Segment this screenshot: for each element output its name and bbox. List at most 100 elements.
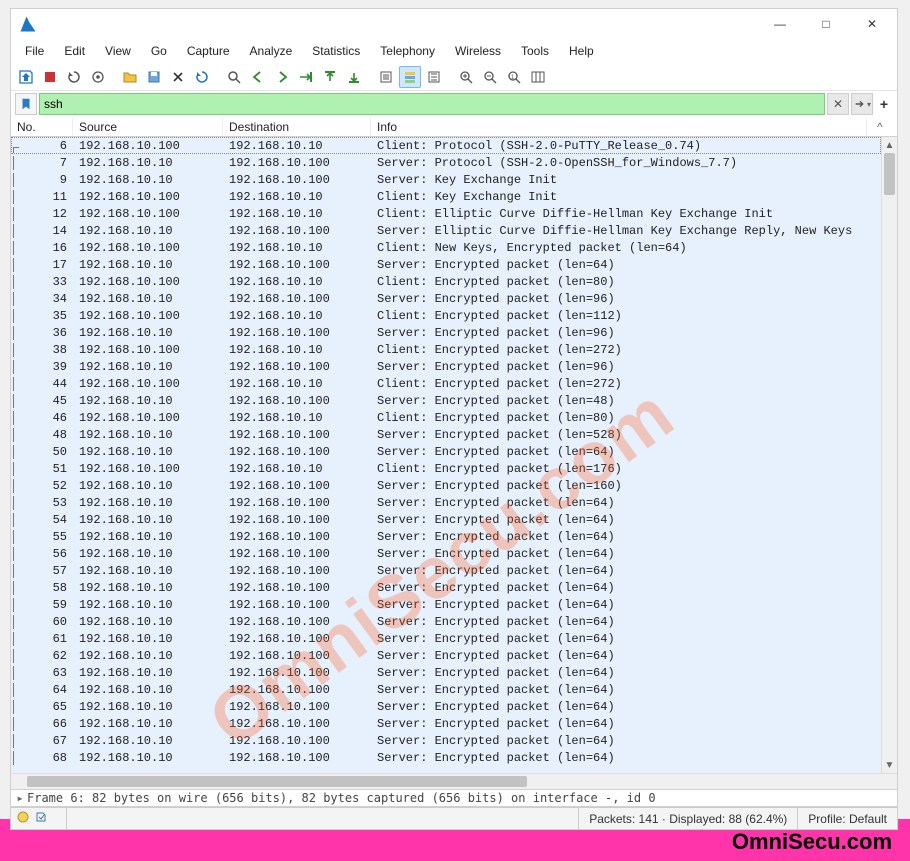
expand-icon[interactable]: ▸: [15, 791, 25, 805]
auto-scroll-button[interactable]: [375, 66, 397, 88]
packet-row[interactable]: 9192.168.10.10192.168.10.100Server: Key …: [11, 171, 881, 188]
go-last-button[interactable]: [343, 66, 365, 88]
packet-row[interactable]: 46192.168.10.100192.168.10.10Client: Enc…: [11, 409, 881, 426]
packet-row[interactable]: 34192.168.10.10192.168.10.100Server: Enc…: [11, 290, 881, 307]
packet-row[interactable]: 7192.168.10.10192.168.10.100Server: Prot…: [11, 154, 881, 171]
zoom-reset-button[interactable]: 1: [503, 66, 525, 88]
scroll-thumb[interactable]: [884, 153, 895, 195]
capture-file-props-icon[interactable]: [35, 811, 47, 826]
menu-help[interactable]: Help: [559, 42, 604, 60]
packet-row[interactable]: 55192.168.10.10192.168.10.100Server: Enc…: [11, 528, 881, 545]
close-button[interactable]: ✕: [849, 9, 895, 39]
colorize-button[interactable]: [399, 66, 421, 88]
packet-row[interactable]: 60192.168.10.10192.168.10.100Server: Enc…: [11, 613, 881, 630]
maximize-button[interactable]: □: [803, 9, 849, 39]
zoom-out-button[interactable]: [479, 66, 501, 88]
titlebar: — □ ✕: [11, 9, 897, 39]
vertical-scrollbar[interactable]: ▲ ▼: [881, 137, 897, 773]
save-file-button[interactable]: [143, 66, 165, 88]
packet-row[interactable]: 68192.168.10.10192.168.10.100Server: Enc…: [11, 749, 881, 766]
packet-row[interactable]: 12192.168.10.100192.168.10.10Client: Ell…: [11, 205, 881, 222]
menu-edit[interactable]: Edit: [54, 42, 95, 60]
display-filter-input[interactable]: [44, 97, 820, 111]
open-file-button[interactable]: [119, 66, 141, 88]
filter-clear-button[interactable]: ✕: [827, 93, 849, 115]
go-back-button[interactable]: [247, 66, 269, 88]
menu-telephony[interactable]: Telephony: [370, 42, 445, 60]
wireshark-fin-icon: [19, 15, 37, 33]
packet-row[interactable]: 14192.168.10.10192.168.10.100Server: Ell…: [11, 222, 881, 239]
packet-row[interactable]: 65192.168.10.10192.168.10.100Server: Enc…: [11, 698, 881, 715]
close-file-button[interactable]: [167, 66, 189, 88]
packet-row[interactable]: 17192.168.10.10192.168.10.100Server: Enc…: [11, 256, 881, 273]
scroll-up-arrow[interactable]: ▲: [882, 137, 897, 153]
filter-apply-button[interactable]: ▾: [851, 93, 873, 115]
menu-analyze[interactable]: Analyze: [240, 42, 303, 60]
col-header-source[interactable]: Source: [73, 118, 223, 136]
capture-options-button[interactable]: [87, 66, 109, 88]
packet-row[interactable]: 57192.168.10.10192.168.10.100Server: Enc…: [11, 562, 881, 579]
status-profile[interactable]: Profile: Default: [797, 808, 897, 829]
start-capture-button[interactable]: [15, 66, 37, 88]
packet-row[interactable]: 56192.168.10.10192.168.10.100Server: Enc…: [11, 545, 881, 562]
expert-info-icon[interactable]: [17, 811, 29, 826]
packet-row[interactable]: 67192.168.10.10192.168.10.100Server: Enc…: [11, 732, 881, 749]
menu-wireless[interactable]: Wireless: [445, 42, 511, 60]
packet-row[interactable]: 59192.168.10.10192.168.10.100Server: Enc…: [11, 596, 881, 613]
menu-tools[interactable]: Tools: [511, 42, 559, 60]
packet-row[interactable]: 48192.168.10.10192.168.10.100Server: Enc…: [11, 426, 881, 443]
go-to-packet-button[interactable]: [295, 66, 317, 88]
packet-row[interactable]: 16192.168.10.100192.168.10.10Client: New…: [11, 239, 881, 256]
go-forward-button[interactable]: [271, 66, 293, 88]
packet-row[interactable]: 50192.168.10.10192.168.10.100Server: Enc…: [11, 443, 881, 460]
packet-row[interactable]: 35192.168.10.100192.168.10.10Client: Enc…: [11, 307, 881, 324]
packet-row[interactable]: 33192.168.10.100192.168.10.10Client: Enc…: [11, 273, 881, 290]
packet-row[interactable]: 51192.168.10.100192.168.10.10Client: Enc…: [11, 460, 881, 477]
filter-add-button[interactable]: +: [875, 93, 893, 115]
col-header-info[interactable]: Info: [371, 118, 867, 136]
minimize-button[interactable]: —: [757, 9, 803, 39]
go-first-button[interactable]: [319, 66, 341, 88]
packet-row[interactable]: 52192.168.10.10192.168.10.100Server: Enc…: [11, 477, 881, 494]
packet-row[interactable]: 64192.168.10.10192.168.10.100Server: Enc…: [11, 681, 881, 698]
zoom-in-button[interactable]: [455, 66, 477, 88]
resize-all-columns-button[interactable]: [527, 66, 549, 88]
menu-view[interactable]: View: [95, 42, 141, 60]
packet-row[interactable]: 63192.168.10.10192.168.10.100Server: Enc…: [11, 664, 881, 681]
display-filter-input-wrapper[interactable]: [39, 93, 825, 115]
hscroll-thumb[interactable]: [27, 776, 527, 787]
frame-summary-line: Frame 6: 82 bytes on wire (656 bits), 82…: [27, 791, 656, 805]
reload-button[interactable]: [191, 66, 213, 88]
stop-capture-button[interactable]: [39, 66, 61, 88]
menu-capture[interactable]: Capture: [177, 42, 240, 60]
find-packet-button[interactable]: [223, 66, 245, 88]
resize-columns-button[interactable]: [423, 66, 445, 88]
packet-list-header: No. Source Destination Info ^: [11, 117, 897, 137]
horizontal-scrollbar[interactable]: [11, 773, 897, 789]
packet-row[interactable]: 45192.168.10.10192.168.10.100Server: Enc…: [11, 392, 881, 409]
packet-row[interactable]: 11192.168.10.100192.168.10.10Client: Key…: [11, 188, 881, 205]
packet-row[interactable]: 6192.168.10.100192.168.10.10Client: Prot…: [11, 137, 881, 154]
packet-row[interactable]: 39192.168.10.10192.168.10.100Server: Enc…: [11, 358, 881, 375]
restart-capture-button[interactable]: [63, 66, 85, 88]
menu-statistics[interactable]: Statistics: [302, 42, 370, 60]
packet-list[interactable]: 6192.168.10.100192.168.10.10Client: Prot…: [11, 137, 881, 773]
packet-row[interactable]: 36192.168.10.10192.168.10.100Server: Enc…: [11, 324, 881, 341]
scroll-down-arrow[interactable]: ▼: [882, 757, 897, 773]
packet-row[interactable]: 54192.168.10.10192.168.10.100Server: Enc…: [11, 511, 881, 528]
filter-bookmark-button[interactable]: [15, 93, 37, 115]
footer-brand: OmniSecu.com: [732, 829, 892, 855]
menu-file[interactable]: File: [15, 42, 54, 60]
menu-go[interactable]: Go: [141, 42, 177, 60]
packet-row[interactable]: 53192.168.10.10192.168.10.100Server: Enc…: [11, 494, 881, 511]
col-header-destination[interactable]: Destination: [223, 118, 371, 136]
packet-row[interactable]: 38192.168.10.100192.168.10.10Client: Enc…: [11, 341, 881, 358]
col-header-no[interactable]: No.: [11, 118, 73, 136]
packet-row[interactable]: 61192.168.10.10192.168.10.100Server: Enc…: [11, 630, 881, 647]
packet-row[interactable]: 66192.168.10.10192.168.10.100Server: Enc…: [11, 715, 881, 732]
packet-details-pane[interactable]: ▸ Frame 6: 82 bytes on wire (656 bits), …: [11, 789, 897, 807]
status-packets: Packets: 141 · Displayed: 88 (62.4%): [578, 808, 797, 829]
packet-row[interactable]: 58192.168.10.10192.168.10.100Server: Enc…: [11, 579, 881, 596]
packet-row[interactable]: 62192.168.10.10192.168.10.100Server: Enc…: [11, 647, 881, 664]
packet-row[interactable]: 44192.168.10.100192.168.10.10Client: Enc…: [11, 375, 881, 392]
